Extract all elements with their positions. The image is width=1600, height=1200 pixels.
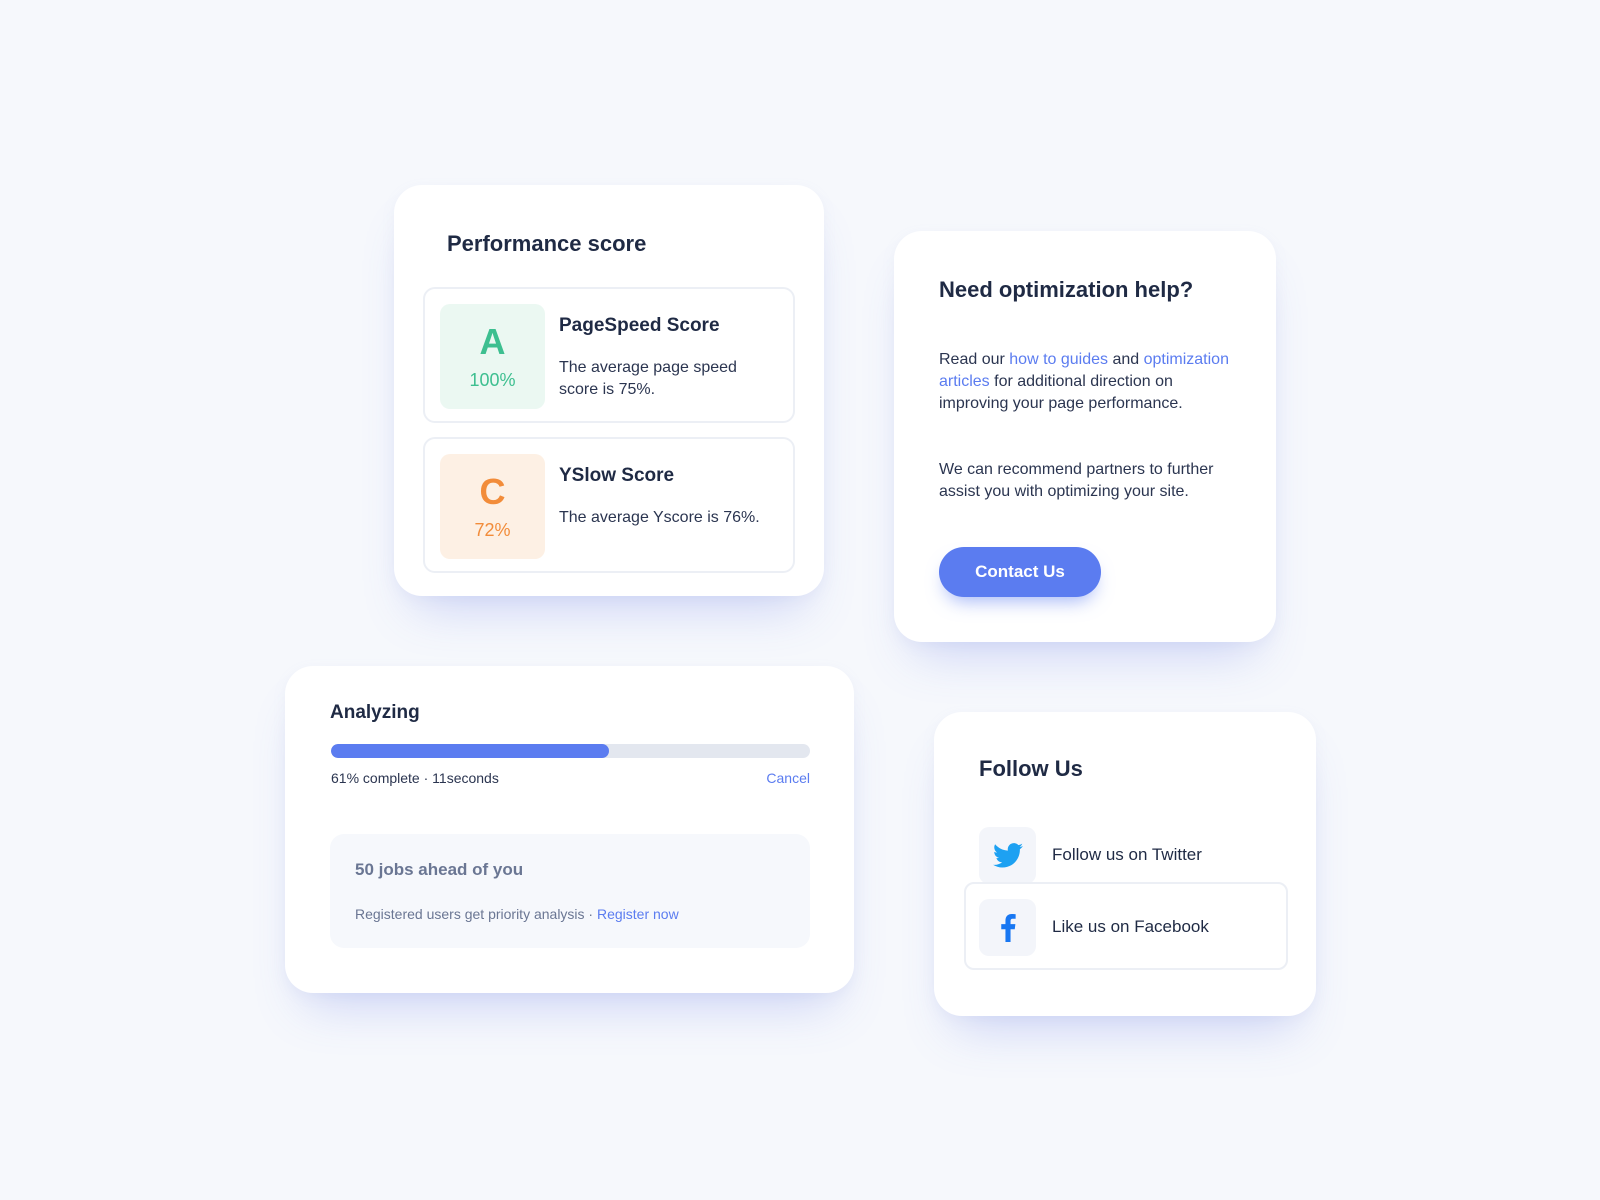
help-paragraph-partners: We can recommend partners to further ass…: [939, 461, 1214, 500]
cancel-link[interactable]: Cancel: [766, 770, 810, 786]
progress-status: 61% complete · 11seconds: [331, 770, 499, 786]
pagespeed-score-name: PageSpeed Score: [559, 315, 720, 336]
facebook-label: Like us on Facebook: [1052, 917, 1209, 936]
priority-note: Registered users get priority analysis ·: [355, 906, 597, 922]
twitter-icon: [979, 827, 1036, 884]
progress-bar: [331, 744, 810, 758]
contact-us-button[interactable]: Contact Us: [939, 547, 1101, 597]
queue-note: Registered users get priority analysis ·…: [355, 906, 679, 922]
follow-title: Follow Us: [979, 756, 1083, 781]
yslow-score-name: YSlow Score: [559, 465, 675, 486]
yslow-grade: C: [479, 471, 506, 512]
yslow-score-row: C 72% YSlow Score The average Yscore is …: [423, 437, 795, 573]
analyzing-title: Analyzing: [330, 702, 420, 723]
pagespeed-grade-box: A 100%: [440, 304, 545, 409]
yslow-percent: 72%: [474, 520, 511, 540]
yslow-score-description: The average Yscore is 76%.: [559, 509, 760, 526]
help-text-prefix: Read our: [939, 351, 1010, 368]
pagespeed-score-row: A 100% PageSpeed Score The average page …: [423, 287, 795, 423]
analyzing-card: Analyzing 61% complete · 11seconds Cance…: [285, 666, 854, 993]
facebook-icon: [979, 899, 1036, 956]
twitter-label: Follow us on Twitter: [1052, 845, 1202, 864]
how-to-guides-link[interactable]: how to guides: [1009, 351, 1108, 368]
performance-card: Performance score A 100% PageSpeed Score…: [394, 185, 824, 596]
pagespeed-percent: 100%: [469, 370, 516, 390]
help-paragraph-guides: Read our how to guides and optimization …: [939, 349, 1239, 415]
pagespeed-score-description: The average page speed score is 75%.: [559, 359, 737, 398]
queue-title: 50 jobs ahead of you: [355, 860, 524, 879]
performance-title: Performance score: [447, 231, 647, 256]
like-facebook-item[interactable]: Like us on Facebook: [964, 882, 1288, 970]
progress-bar-fill: [331, 744, 609, 758]
help-title: Need optimization help?: [939, 277, 1194, 302]
pagespeed-grade: A: [479, 321, 506, 362]
follow-us-card: Follow Us Follow us on Twitter Like us o…: [934, 712, 1316, 1016]
help-text-mid: and: [1108, 351, 1144, 368]
queue-info-box: 50 jobs ahead of you Registered users ge…: [330, 834, 810, 948]
optimization-help-card: Need optimization help? Read our how to …: [894, 231, 1276, 642]
yslow-grade-box: C 72%: [440, 454, 545, 559]
register-now-link[interactable]: Register now: [597, 906, 679, 922]
